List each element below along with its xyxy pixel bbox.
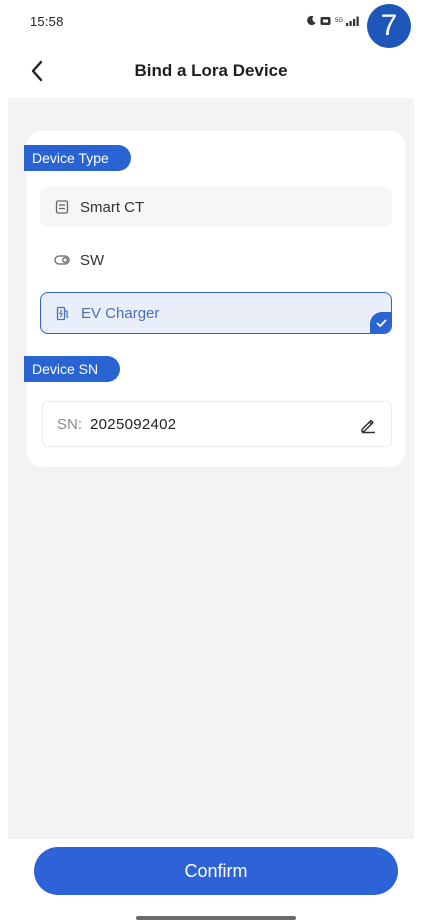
meter-icon xyxy=(54,199,70,215)
signal-icon xyxy=(346,15,362,26)
pencil-icon xyxy=(359,416,377,434)
device-sn-heading: Device SN xyxy=(24,356,121,382)
battery-saver-icon xyxy=(320,16,332,26)
confirm-button[interactable]: Confirm xyxy=(34,847,398,895)
status-icons: 5G xyxy=(306,15,362,26)
status-bar: 15:58 5G 7 xyxy=(0,0,422,52)
device-option-smart-ct[interactable]: Smart CT xyxy=(40,187,392,227)
sn-value: 2025092402 xyxy=(90,415,177,433)
device-type-heading: Device Type xyxy=(24,145,131,171)
bind-form-card: Device Type Smart CT SW EV Charger Devic… xyxy=(24,131,405,467)
5g-icon: 5G xyxy=(335,17,344,24)
device-option-label: EV Charger xyxy=(81,304,160,322)
device-option-label: SW xyxy=(80,251,105,269)
sn-label: SN: xyxy=(57,415,83,433)
device-option-sw[interactable]: SW xyxy=(40,240,392,280)
moon-icon xyxy=(306,15,317,26)
selected-check-icon xyxy=(370,312,391,333)
ev-charger-icon xyxy=(55,305,71,321)
home-indicator[interactable] xyxy=(136,916,296,920)
toggle-icon xyxy=(54,252,70,268)
status-time: 15:58 xyxy=(30,14,64,29)
content-area: Device Type Smart CT SW EV Charger Devic… xyxy=(8,98,414,839)
device-option-label: Smart CT xyxy=(80,198,145,216)
step-badge: 7 xyxy=(367,4,411,48)
edit-sn-button[interactable] xyxy=(357,414,379,436)
page-title: Bind a Lora Device xyxy=(134,61,288,80)
nav-bar: Bind a Lora Device xyxy=(0,52,422,98)
device-option-ev-charger[interactable]: EV Charger xyxy=(40,292,392,334)
footer: Confirm xyxy=(0,839,422,921)
device-sn-field[interactable]: SN: 2025092402 xyxy=(42,401,392,447)
